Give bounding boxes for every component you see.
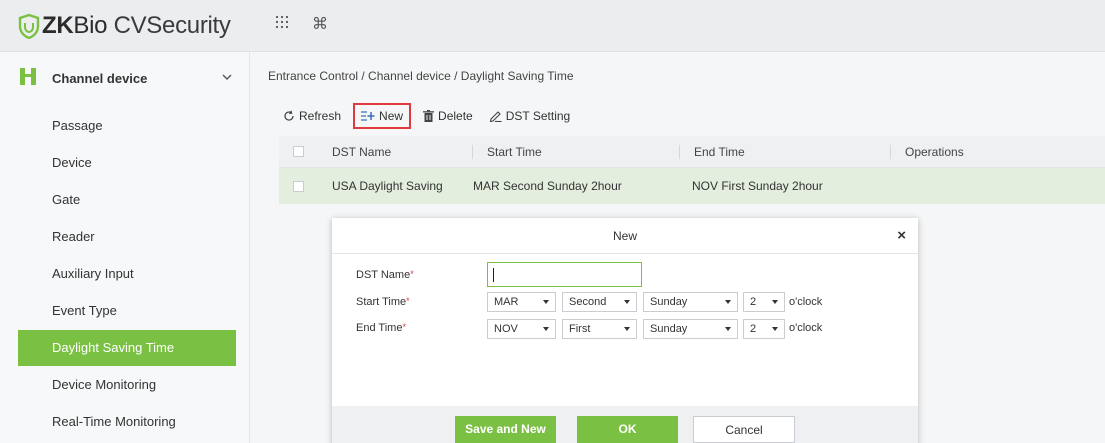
new-button[interactable]: New [353,103,412,129]
delete-button[interactable]: Delete [423,104,473,128]
sidebar-item-real-time-monitoring[interactable]: Real-Time Monitoring [18,404,236,440]
start-hour-select[interactable]: 2 [743,292,785,312]
start-week-select[interactable]: Second [562,292,637,312]
cell-dst-name: USA Daylight Saving [332,179,443,193]
end-day-select[interactable]: Sunday [643,319,738,339]
column-header-start-time[interactable]: Start Time [473,145,679,159]
end-month-select[interactable]: NOV [487,319,556,339]
breadcrumb: Entrance Control / Channel device / Dayl… [268,69,574,83]
save-and-new-button[interactable]: Save and New [455,416,556,443]
sidebar-item-device[interactable]: Device [18,145,236,181]
start-day-select[interactable]: Sunday [643,292,738,312]
dst-setting-label: DST Setting [505,109,571,123]
column-header-end-time[interactable]: End Time [680,145,890,159]
dialog-title-bar: New × [332,218,918,254]
gate-icon [20,68,36,85]
shield-icon [18,13,40,39]
apps-grid-icon[interactable] [272,15,292,35]
command-icon[interactable]: ⌘ [310,15,330,35]
column-header-dst-name[interactable]: DST Name [332,145,472,159]
end-time-unit: o'clock [789,322,823,334]
start-time-label: Start Time* [356,296,410,308]
add-list-icon [361,111,375,121]
sidebar: Channel device Passage Device Gate Reade… [0,52,250,443]
refresh-icon [284,110,294,121]
table-row[interactable]: USA Daylight Saving MAR Second Sunday 2h… [279,168,1105,204]
dropdown-arrow-icon [772,327,778,331]
cell-start-time: MAR Second Sunday 2hour [473,179,622,193]
close-icon[interactable]: × [897,227,906,244]
dialog-footer: Save and New OK Cancel [332,406,918,443]
dropdown-arrow-icon [725,327,731,331]
dst-name-input[interactable] [487,262,642,287]
end-hour-select[interactable]: 2 [743,319,785,339]
start-month-select[interactable]: MAR [487,292,556,312]
toolbar: Refresh New Delete DST Setting [283,103,586,129]
sidebar-item-event-type[interactable]: Event Type [18,293,236,329]
sidebar-item-gate[interactable]: Gate [18,182,236,218]
sidebar-header-channel-device[interactable]: Channel device [0,52,250,104]
dst-name-label: DST Name* [356,269,414,281]
sidebar-item-auxiliary-input[interactable]: Auxiliary Input [18,256,236,292]
dropdown-arrow-icon [725,300,731,304]
dropdown-arrow-icon [624,327,630,331]
sidebar-item-passage[interactable]: Passage [18,108,236,144]
dst-table: DST Name Start Time End Time Operations … [279,136,1105,204]
table-header: DST Name Start Time End Time Operations [279,136,1105,168]
chevron-down-icon[interactable] [222,72,232,82]
sidebar-item-device-monitoring[interactable]: Device Monitoring [18,367,236,403]
delete-label: Delete [438,109,473,123]
trash-icon [423,110,435,122]
brand-name: ZKBio CVSecurity [42,12,231,39]
end-time-label: End Time* [356,322,406,334]
column-header-operations[interactable]: Operations [891,145,1071,159]
dialog-title: New [612,229,637,243]
ok-button[interactable]: OK [577,416,678,443]
row-checkbox[interactable] [293,180,304,192]
dropdown-arrow-icon [624,300,630,304]
refresh-button[interactable]: Refresh [283,104,341,128]
dropdown-arrow-icon [543,300,549,304]
sidebar-item-daylight-saving-time[interactable]: Daylight Saving Time [18,330,236,366]
top-bar: ZKBio CVSecurity ⌘ [0,0,1105,52]
pencil-icon [489,111,502,122]
new-label: New [379,109,404,123]
new-dst-dialog: New × DST Name* Start Time* MAR Second S… [332,218,918,443]
brand-logo[interactable]: ZKBio CVSecurity [18,10,231,42]
dropdown-arrow-icon [772,300,778,304]
text-caret [493,268,494,282]
cancel-button[interactable]: Cancel [693,416,795,443]
dst-setting-button[interactable]: DST Setting [489,104,570,128]
cell-end-time: NOV First Sunday 2hour [692,179,823,193]
end-week-select[interactable]: First [562,319,637,339]
refresh-label: Refresh [299,109,342,123]
select-all-checkbox[interactable] [293,146,304,157]
sidebar-item-reader[interactable]: Reader [18,219,236,255]
dropdown-arrow-icon [543,327,549,331]
sidebar-header-label: Channel device [52,71,148,86]
start-time-unit: o'clock [789,296,823,308]
